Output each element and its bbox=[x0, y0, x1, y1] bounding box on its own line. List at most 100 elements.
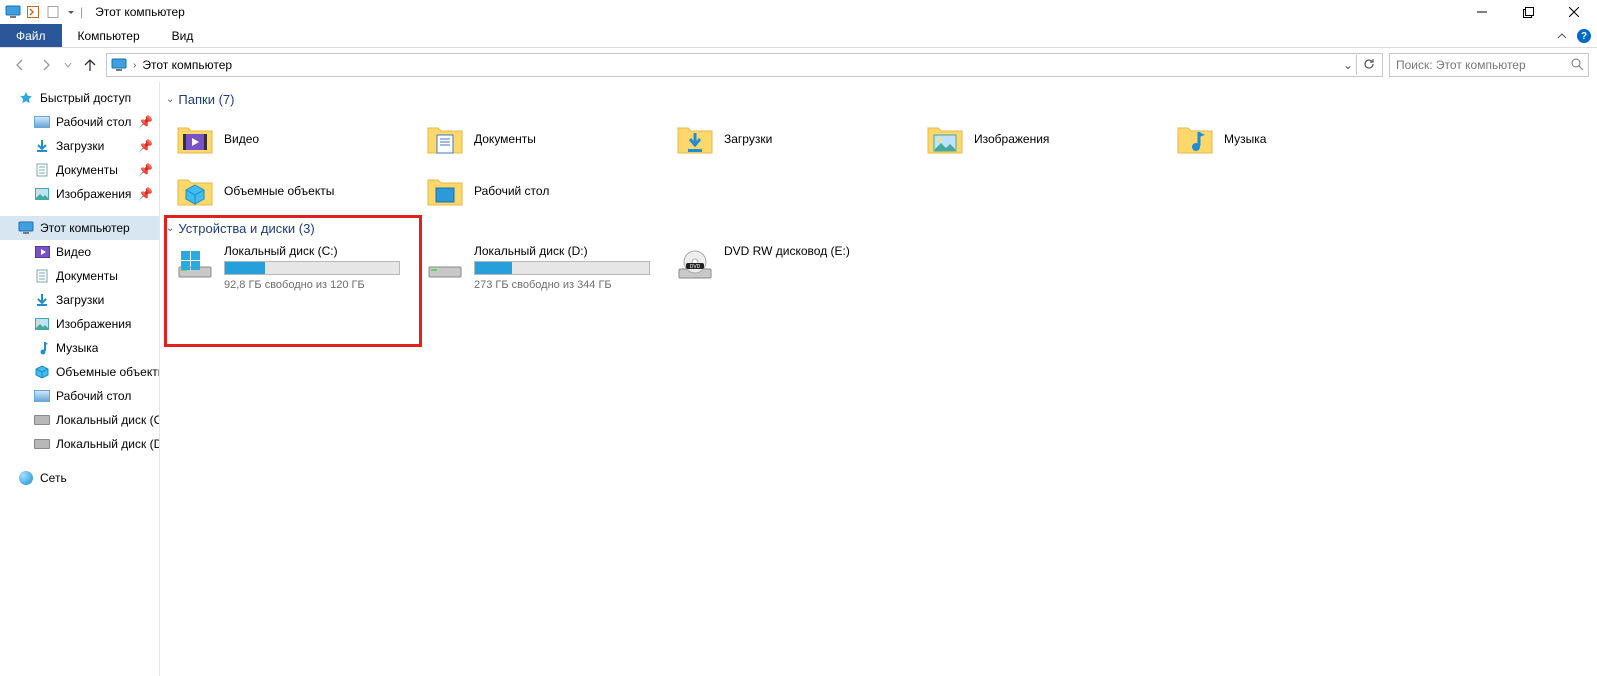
nav-back-button[interactable] bbox=[10, 55, 30, 75]
sidebar-video[interactable]: Видео bbox=[0, 240, 159, 264]
sidebar-item-label: Этот компьютер bbox=[40, 221, 130, 235]
sidebar-item-label: Быстрый доступ bbox=[40, 91, 131, 105]
folder-item-video[interactable]: Видео bbox=[166, 113, 416, 165]
drive-d-icon bbox=[426, 246, 464, 284]
tab-computer[interactable]: Компьютер bbox=[62, 24, 156, 47]
sidebar-item-label: Локальный диск (C:) bbox=[56, 413, 159, 427]
svg-text:DVD: DVD bbox=[690, 264, 701, 270]
drive-icon bbox=[34, 412, 50, 428]
network-icon bbox=[18, 470, 34, 486]
drive-item-dvd[interactable]: DVD DVD RW дисковод (E:) bbox=[666, 242, 916, 298]
nav-history-dropdown[interactable] bbox=[62, 55, 74, 75]
drive-item-c[interactable]: Локальный диск (C:) 92,8 ГБ свободно из … bbox=[166, 242, 416, 298]
chevron-down-icon: ⌄ bbox=[166, 94, 174, 105]
app-icon bbox=[4, 3, 22, 21]
sidebar-desktop[interactable]: Рабочий стол 📌 bbox=[0, 110, 159, 134]
folder-cube-icon bbox=[176, 172, 214, 210]
sidebar-network[interactable]: Сеть bbox=[0, 466, 159, 490]
minimize-button[interactable] bbox=[1459, 0, 1505, 24]
title-separator: | bbox=[80, 5, 83, 19]
folder-label: Видео bbox=[224, 132, 259, 146]
pc-icon bbox=[18, 220, 34, 236]
sidebar-quick-access[interactable]: Быстрый доступ bbox=[0, 86, 159, 110]
folder-music-icon bbox=[1176, 120, 1214, 158]
folder-item-documents[interactable]: Документы bbox=[416, 113, 666, 165]
sidebar-desktop-2[interactable]: Рабочий стол bbox=[0, 384, 159, 408]
desktop-icon bbox=[34, 388, 50, 404]
sidebar-item-label: Объемные объекты bbox=[56, 365, 159, 379]
drive-free-text: 273 ГБ свободно из 344 ГБ bbox=[474, 279, 650, 291]
qat-dropdown-icon[interactable] bbox=[64, 3, 74, 21]
qat-properties-icon[interactable] bbox=[24, 3, 42, 21]
group-title: Папки (7) bbox=[178, 92, 234, 107]
folder-video-icon bbox=[176, 120, 214, 158]
folder-pictures-icon bbox=[926, 120, 964, 158]
refresh-button[interactable] bbox=[1358, 57, 1380, 74]
group-title: Устройства и диски (3) bbox=[178, 221, 314, 236]
maximize-button[interactable] bbox=[1505, 0, 1551, 24]
group-header-folders[interactable]: ⌄ Папки (7) bbox=[166, 88, 1587, 113]
documents-icon bbox=[34, 162, 50, 178]
sidebar-d-drive[interactable]: Локальный диск (D:) bbox=[0, 432, 159, 456]
tab-view[interactable]: Вид bbox=[156, 24, 210, 47]
folder-downloads-icon bbox=[676, 120, 714, 158]
folder-label: Документы bbox=[474, 132, 536, 146]
sidebar-documents-2[interactable]: Документы bbox=[0, 264, 159, 288]
sidebar-3d-objects[interactable]: Объемные объекты bbox=[0, 360, 159, 384]
sidebar-pictures-2[interactable]: Изображения bbox=[0, 312, 159, 336]
folder-label: Музыка bbox=[1224, 132, 1266, 146]
sidebar-item-label: Локальный диск (D:) bbox=[56, 437, 159, 451]
sidebar-item-label: Рабочий стол bbox=[56, 115, 131, 129]
folder-item-downloads[interactable]: Загрузки bbox=[666, 113, 916, 165]
help-icon[interactable]: ? bbox=[1577, 29, 1591, 43]
qat-blank-icon[interactable] bbox=[44, 3, 62, 21]
address-history-dropdown[interactable]: ⌄ bbox=[1341, 58, 1355, 72]
folder-item-music[interactable]: Музыка bbox=[1166, 113, 1416, 165]
sidebar-downloads-2[interactable]: Загрузки bbox=[0, 288, 159, 312]
downloads-icon bbox=[34, 292, 50, 308]
ribbon-collapse-icon[interactable] bbox=[1557, 31, 1567, 41]
folder-item-3d-objects[interactable]: Объемные объекты bbox=[166, 165, 416, 217]
close-button[interactable] bbox=[1551, 0, 1597, 24]
search-box[interactable] bbox=[1389, 53, 1589, 77]
address-bar[interactable]: › Этот компьютер ⌄ bbox=[106, 53, 1383, 77]
sidebar-item-label: Загрузки bbox=[56, 139, 104, 153]
sidebar-pictures[interactable]: Изображения 📌 bbox=[0, 182, 159, 206]
folder-label: Изображения bbox=[974, 132, 1049, 146]
search-input[interactable] bbox=[1390, 58, 1588, 72]
sidebar-item-label: Сеть bbox=[40, 471, 67, 485]
sidebar-documents[interactable]: Документы 📌 bbox=[0, 158, 159, 182]
sidebar-item-label: Изображения bbox=[56, 187, 131, 201]
nav-forward-button[interactable] bbox=[36, 55, 56, 75]
folder-documents-icon bbox=[426, 120, 464, 158]
sidebar-item-label: Видео bbox=[56, 245, 91, 259]
drive-label: Локальный диск (C:) bbox=[224, 244, 400, 258]
documents-icon bbox=[34, 268, 50, 284]
tab-file[interactable]: Файл bbox=[0, 24, 62, 47]
breadcrumb-location[interactable]: Этот компьютер bbox=[140, 58, 234, 72]
ribbon: Файл Компьютер Вид ? bbox=[0, 24, 1597, 48]
sidebar-music[interactable]: Музыка bbox=[0, 336, 159, 360]
drive-label: Локальный диск (D:) bbox=[474, 244, 650, 258]
folder-item-desktop[interactable]: Рабочий стол bbox=[416, 165, 666, 217]
sidebar-item-label: Рабочий стол bbox=[56, 389, 131, 403]
drive-item-d[interactable]: Локальный диск (D:) 273 ГБ свободно из 3… bbox=[416, 242, 666, 298]
music-icon bbox=[34, 340, 50, 356]
video-icon bbox=[34, 244, 50, 260]
folder-label: Загрузки bbox=[724, 132, 772, 146]
star-icon bbox=[18, 90, 34, 106]
breadcrumb-sep-icon[interactable]: › bbox=[133, 60, 136, 71]
sidebar-downloads[interactable]: Загрузки 📌 bbox=[0, 134, 159, 158]
folder-item-pictures[interactable]: Изображения bbox=[916, 113, 1166, 165]
sidebar-item-label: Изображения bbox=[56, 317, 131, 331]
drive-label: DVD RW дисковод (E:) bbox=[724, 244, 900, 258]
pictures-icon bbox=[34, 186, 50, 202]
drive-icon bbox=[34, 436, 50, 452]
sidebar-c-drive[interactable]: Локальный диск (C:) bbox=[0, 408, 159, 432]
pin-icon: 📌 bbox=[138, 115, 153, 129]
group-header-drives[interactable]: ⌄ Устройства и диски (3) bbox=[166, 217, 1587, 242]
sidebar-item-label: Документы bbox=[56, 163, 118, 177]
sidebar-this-pc[interactable]: Этот компьютер bbox=[0, 216, 159, 240]
content-pane: ⌄ Папки (7) Видео Документы Загрузки bbox=[160, 82, 1597, 676]
nav-up-button[interactable] bbox=[80, 55, 100, 75]
